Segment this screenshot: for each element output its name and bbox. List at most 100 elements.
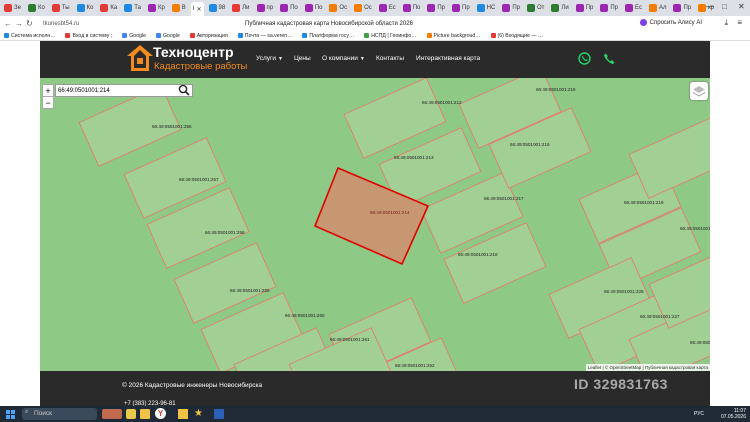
map-attribution[interactable]: Leaflet | © OpenStreetMap | Публичная ка…	[585, 364, 710, 371]
site-header: Техноцентр Кадастровые работы Услуги ▼ Це…	[40, 41, 710, 78]
footer-copyright: © 2026 Кадастровые инженеры Новосибирска	[122, 382, 263, 389]
browser-tab[interactable]: По	[303, 2, 325, 14]
taskbar-search[interactable]: Поиск	[22, 408, 97, 420]
tab-favicon-icon	[147, 4, 156, 12]
menu-about[interactable]: О компании ▼	[322, 55, 365, 62]
bookmark-item[interactable]: Google	[155, 33, 180, 39]
cadastral-search-input[interactable]: 66:49:0501001:214	[55, 84, 193, 97]
browser-tab[interactable]: В	[170, 2, 188, 14]
browser-tab[interactable]: По	[278, 2, 300, 14]
word-icon[interactable]	[214, 409, 224, 419]
url-field[interactable]: tkunesbt54.ru	[43, 21, 79, 27]
bookmark-label: Picture backgroud…	[433, 32, 481, 39]
explorer-icon[interactable]	[178, 409, 188, 419]
star-app-icon[interactable]: ★	[194, 408, 203, 419]
back-button[interactable]: ←	[4, 19, 12, 28]
tab-label: Ли	[561, 5, 569, 11]
bookmarks-bar: Система исполн… Вход в систему ; Google Goo…	[0, 31, 750, 41]
tab-label: Зе	[14, 5, 21, 11]
browser-tab[interactable]: Ос	[327, 2, 349, 14]
menu-icon[interactable]: ≡	[737, 18, 742, 27]
house-logo-icon[interactable]	[126, 43, 154, 73]
tab-favicon-icon	[232, 4, 241, 12]
tab-favicon-icon	[551, 4, 560, 12]
tab-label: пр	[266, 5, 274, 11]
browser-tab[interactable]: Зе	[2, 2, 23, 14]
cadastral-map[interactable]: 66:49:0501001:212 66:49:0501001:215 66:49:…	[40, 78, 710, 371]
bookmark-item[interactable]: Платформа госу…	[302, 33, 354, 39]
browser-tab[interactable]: пр	[255, 2, 276, 14]
layers-button[interactable]	[690, 82, 708, 100]
browser-tab[interactable]: Ка	[98, 2, 119, 14]
file-explorer-icon[interactable]	[140, 409, 150, 419]
browser-tab[interactable]: Пр	[425, 2, 447, 14]
whatsapp-icon[interactable]	[578, 52, 591, 65]
browser-tab[interactable]: От	[525, 2, 546, 14]
windows-start-icon[interactable]	[6, 410, 15, 419]
task-view-icon[interactable]	[102, 409, 122, 419]
logo-title[interactable]: Техноцентр	[153, 44, 234, 60]
page-margin-right	[710, 41, 750, 374]
browser-tab[interactable]: Пр	[574, 2, 596, 14]
browser-tab[interactable]: Ес	[623, 2, 644, 14]
phone-icon[interactable]	[603, 52, 616, 65]
bookmark-favicon-icon	[490, 33, 496, 38]
browser-tab[interactable]: 98	[207, 2, 228, 14]
bookmark-item[interactable]: Авторизация	[189, 33, 228, 39]
browser-tab[interactable]: Ал	[647, 2, 669, 14]
browser-tab[interactable]: Ли	[549, 2, 570, 14]
download-icon[interactable]: ⤓	[724, 18, 728, 28]
browser-tab[interactable]: НС	[475, 2, 498, 14]
forward-button[interactable]: →	[15, 19, 23, 28]
browser-tab[interactable]: Кр	[146, 2, 167, 14]
close-tab-icon[interactable]: ✕	[196, 6, 201, 13]
browser-tab[interactable]: Пр	[450, 2, 472, 14]
menu-interactive-map[interactable]: Интерактивная карта	[416, 55, 480, 62]
browser-tab[interactable]: Пр	[500, 2, 522, 14]
bookmark-item[interactable]: Picture backgroud…	[426, 32, 481, 39]
browser-tab[interactable]: Ты	[50, 2, 72, 14]
tab-label: От	[536, 5, 545, 11]
yandex-browser-icon[interactable]: Y	[155, 408, 166, 419]
browser-tab[interactable]: Ес	[377, 2, 398, 14]
page-title: Публичная кадастровая карта Новосибирско…	[245, 20, 413, 27]
browser-tab[interactable]: Пр	[671, 2, 693, 14]
parcel-label: 66:49:0501001:22	[690, 340, 710, 345]
bookmark-item[interactable]: Почта — sa.veren…	[237, 33, 292, 39]
bookmark-label: (6) Входящие — …	[497, 32, 544, 39]
browser-tab[interactable]: Ко	[26, 2, 47, 14]
tab-favicon-icon	[51, 4, 60, 12]
browser-tab[interactable]: Ос	[352, 2, 374, 14]
menu-prices[interactable]: Цены	[294, 55, 311, 62]
tab-label: Пр	[610, 5, 619, 11]
alice-button[interactable]: Спросить Алису AI	[639, 19, 702, 26]
browser-tab[interactable]: По	[401, 2, 423, 14]
browser-tab[interactable]: Ли	[230, 2, 251, 14]
maximize-button[interactable]: □	[722, 2, 727, 11]
bookmark-item[interactable]: Вход в систему ;	[65, 33, 112, 39]
minimize-button[interactable]: —	[706, 2, 714, 11]
menu-contacts[interactable]: Контакты	[376, 55, 404, 62]
browser-tab-active[interactable]: I ✕	[190, 2, 204, 16]
menu-services[interactable]: Услуги ▼	[256, 55, 283, 62]
bookmark-item[interactable]: НСПД | Геоинфо…	[364, 33, 417, 39]
reload-button[interactable]: ↻	[26, 19, 33, 28]
zoom-out-button[interactable]: −	[43, 97, 53, 109]
caret-down-icon: ▼	[359, 56, 365, 62]
browser-tab[interactable]: Пр	[598, 2, 620, 14]
search-icon[interactable]	[178, 84, 190, 96]
bookmark-label: Вход в систему ;	[72, 32, 113, 39]
tab-favicon-icon	[171, 4, 180, 12]
tray-lang[interactable]: РУС	[694, 411, 704, 417]
close-window-button[interactable]: ✕	[738, 2, 745, 11]
tab-label: По	[290, 5, 298, 11]
system-tray[interactable]: РУС 11:07 07.05.2026	[694, 408, 746, 420]
browser-tab[interactable]: Ко	[75, 2, 96, 14]
bookmark-item[interactable]: Система исполн…	[4, 33, 55, 39]
bookmark-item[interactable]: Google	[122, 33, 146, 39]
app-icon[interactable]	[126, 409, 136, 419]
bookmark-label: Система исполн…	[11, 32, 56, 39]
bookmark-item[interactable]: (6) Входящие — …	[490, 32, 544, 39]
browser-tab[interactable]: Та	[122, 2, 143, 14]
zoom-in-button[interactable]: +	[43, 85, 53, 97]
